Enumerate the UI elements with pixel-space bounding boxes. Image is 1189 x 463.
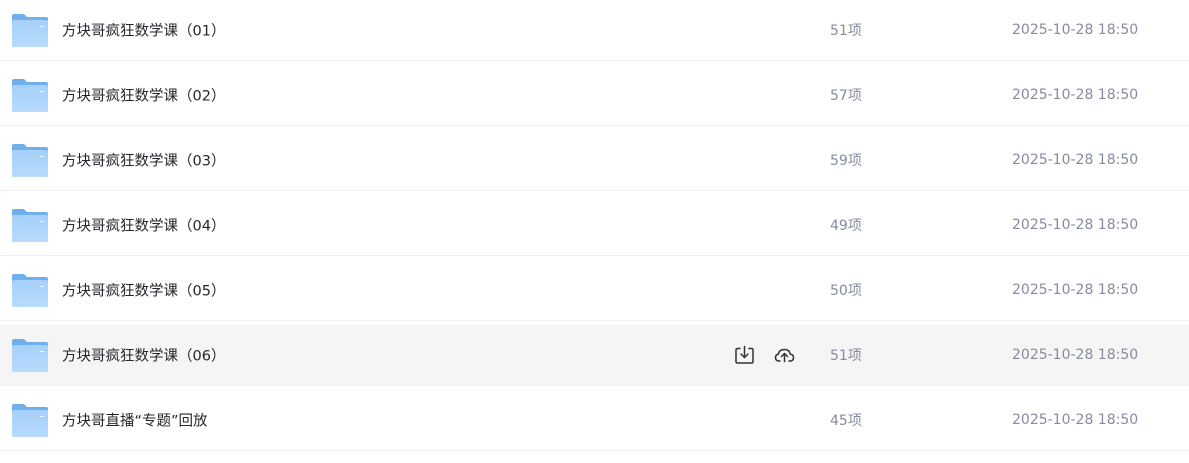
file-row[interactable]: 方块哥疯狂数学课（05） 50项 2025-10-28 18:50	[0, 260, 1189, 321]
folder-icon	[12, 339, 48, 372]
modified-date: 2025-10-28 18:50	[1012, 152, 1139, 168]
save-to-cloud-icon[interactable]	[774, 345, 795, 366]
modified-date: 2025-10-28 18:50	[1012, 347, 1139, 363]
file-name[interactable]: 方块哥疯狂数学课（01）	[62, 20, 225, 41]
file-row[interactable]: 方块哥疯狂数学课（01） 51项 2025-10-28 18:50	[0, 0, 1189, 61]
file-list: 方块哥疯狂数学课（01） 51项 2025-10-28 18:50 方块哥疯狂数…	[0, 0, 1189, 463]
file-row[interactable]: 方块哥疯狂数学课（04） 49项 2025-10-28 18:50	[0, 195, 1189, 256]
folder-icon	[12, 14, 48, 47]
file-name[interactable]: 方块哥疯狂数学课（02）	[62, 85, 225, 106]
folder-icon	[12, 79, 48, 112]
modified-date: 2025-10-28 18:50	[1012, 217, 1139, 233]
file-name[interactable]: 方块哥直播“专题”回放	[62, 410, 208, 431]
item-count: 45项	[830, 413, 862, 429]
folder-icon	[12, 144, 48, 177]
folder-icon	[12, 274, 48, 307]
folder-icon	[12, 404, 48, 437]
file-name[interactable]: 方块哥疯狂数学课（06）	[62, 345, 225, 366]
file-row[interactable]: 方块哥疯狂数学课（03） 59项 2025-10-28 18:50	[0, 130, 1189, 191]
folder-icon	[12, 209, 48, 242]
item-count: 49项	[830, 218, 862, 234]
row-actions	[734, 345, 795, 366]
file-name[interactable]: 方块哥疯狂数学课（05）	[62, 280, 225, 301]
file-name[interactable]: 方块哥疯狂数学课（04）	[62, 215, 225, 236]
file-name[interactable]: 方块哥疯狂数学课（03）	[62, 150, 225, 171]
item-count: 51项	[830, 23, 862, 39]
file-row[interactable]: 方块哥直播“专题”回放 45项 2025-10-28 18:50	[0, 390, 1189, 451]
file-row[interactable]: 方块哥疯狂数学课（06） 51项 2025-10-28 18:50	[0, 325, 1189, 386]
item-count: 59项	[830, 153, 862, 169]
modified-date: 2025-10-28 18:50	[1012, 282, 1139, 298]
download-icon[interactable]	[734, 345, 755, 366]
modified-date: 2025-10-28 18:50	[1012, 87, 1139, 103]
file-row[interactable]: 方块哥疯狂数学课（02） 57项 2025-10-28 18:50	[0, 65, 1189, 126]
item-count: 57项	[830, 88, 862, 104]
item-count: 51项	[830, 348, 862, 364]
item-count: 50项	[830, 283, 862, 299]
modified-date: 2025-10-28 18:50	[1012, 22, 1139, 38]
modified-date: 2025-10-28 18:50	[1012, 412, 1139, 428]
